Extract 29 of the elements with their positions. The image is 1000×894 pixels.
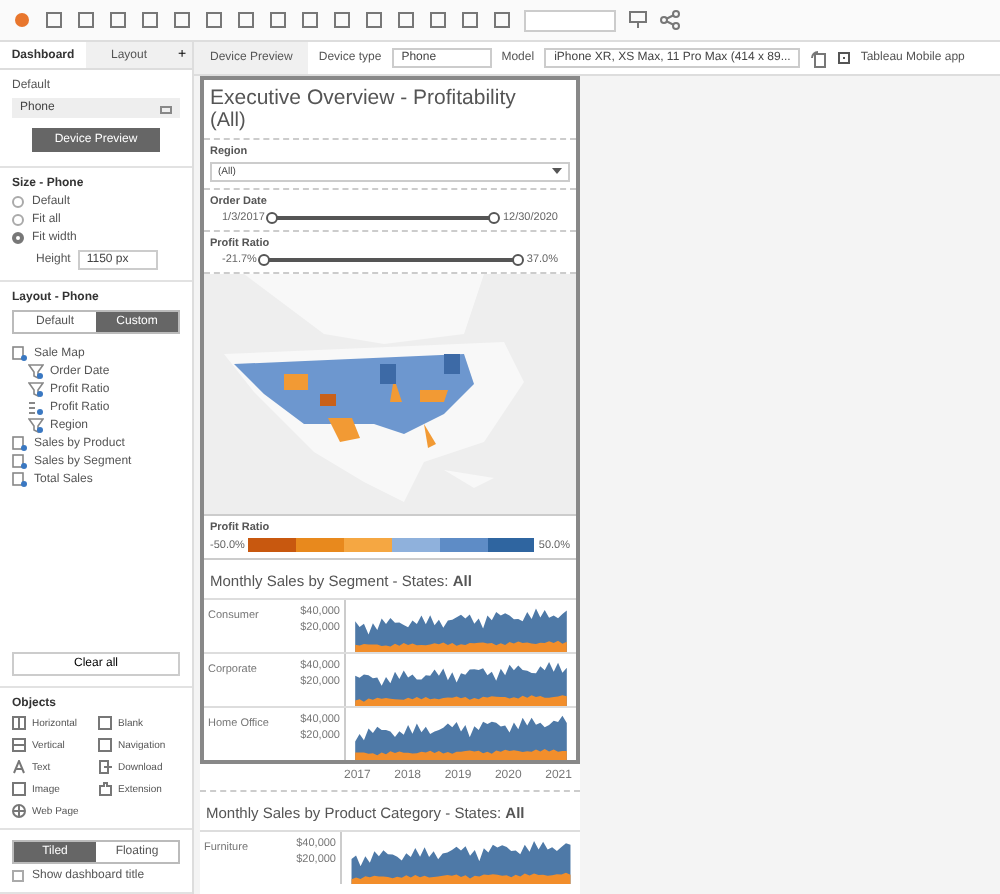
dashboard-title: Executive Overview - Profitability <box>208 84 518 110</box>
radio-button[interactable] <box>12 196 24 208</box>
logo-icon[interactable] <box>12 10 32 30</box>
slider-thumb[interactable] <box>488 212 501 224</box>
horizontal-icon <box>12 716 26 730</box>
extension-icon <box>98 782 112 796</box>
sheet-icon <box>12 346 28 362</box>
checkbox[interactable] <box>838 52 851 64</box>
caret-icon <box>552 168 562 176</box>
text-icon <box>12 760 26 774</box>
filter-icon <box>28 418 44 434</box>
dropdown-field[interactable] <box>524 9 616 31</box>
slider-thumb[interactable] <box>512 254 525 266</box>
checkbox[interactable] <box>12 870 24 882</box>
slider-thumb[interactable] <box>258 254 271 266</box>
download-icon <box>98 760 112 774</box>
dashboard-subtitle: (All) <box>204 110 576 140</box>
vertical-icon <box>12 738 26 752</box>
navigation-icon <box>98 738 112 752</box>
presentation-icon[interactable] <box>628 10 648 30</box>
web-icon <box>12 804 26 818</box>
share-icon[interactable] <box>660 10 680 30</box>
blank-icon <box>98 716 112 730</box>
radio-button[interactable] <box>12 232 24 244</box>
rotate-icon[interactable] <box>810 49 829 67</box>
legend-icon <box>28 400 44 416</box>
radio-button[interactable] <box>12 214 24 226</box>
slider-thumb[interactable] <box>266 212 279 224</box>
image-icon <box>12 782 26 796</box>
